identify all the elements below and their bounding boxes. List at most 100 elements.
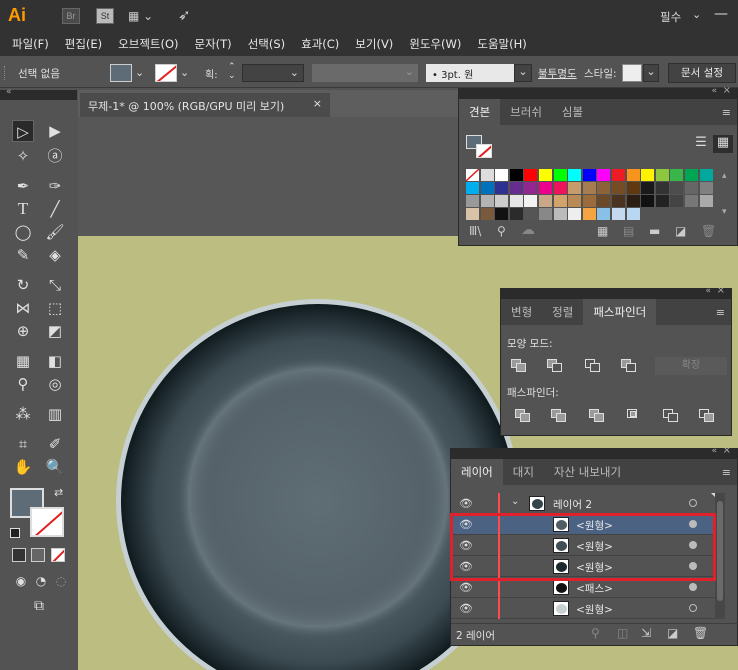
width-tool-icon[interactable]: ⋈ [12,297,34,319]
none-mode-icon[interactable] [51,548,65,562]
draw-behind-icon[interactable]: ◔ [30,570,52,592]
stock-button[interactable]: St [96,8,114,24]
stroke-none-swatch[interactable] [155,64,177,82]
default-colors-icon[interactable] [10,528,20,538]
color-swatch[interactable] [509,208,523,220]
color-swatch[interactable] [466,195,479,207]
merge-icon[interactable] [589,409,605,423]
shaper-tool-icon[interactable]: ✎ [12,244,34,266]
layer-name[interactable]: 레이어 2 [553,497,592,512]
exclude-icon[interactable] [621,359,637,373]
color-swatch[interactable] [612,169,625,181]
chevron-down-icon[interactable]: ⌄ [180,66,189,79]
close-panel-icon[interactable]: × [723,445,731,456]
color-swatch[interactable] [539,195,552,207]
selection-tool-icon[interactable]: ▷ [12,120,34,142]
color-swatch[interactable] [568,169,582,181]
graphic-style-swatch[interactable] [622,64,642,82]
divide-icon[interactable] [515,409,531,423]
ellipse-tool-icon[interactable]: ◯ [12,221,34,243]
symbol-sprayer-tool-icon[interactable]: ⁂ [12,403,34,425]
swatch-kinds-icon[interactable]: ⚲ [497,224,506,238]
expand-chevron-icon[interactable]: ⌄ [511,496,519,507]
color-swatch[interactable] [509,182,523,194]
color-swatch[interactable] [670,169,684,181]
tab-symbols[interactable]: 심볼 [552,99,593,125]
color-swatch[interactable] [626,182,640,194]
arrange-documents-icon[interactable]: ▦ ⌄ [128,9,158,23]
color-swatch[interactable] [553,195,567,207]
layer-row[interactable]: 👁 ⌄ 레이어 2 [451,493,721,514]
visibility-eye-icon[interactable]: 👁 [459,602,473,615]
opacity-label[interactable]: 불투명도 [538,66,577,81]
color-swatch[interactable] [685,195,698,207]
tab-transform[interactable]: 변형 [501,299,542,325]
document-setup-button[interactable]: 문서 설정 [668,63,736,83]
cc-libraries-icon[interactable]: ☁ [521,222,535,238]
new-swatch-icon[interactable]: ◪ [675,224,686,238]
color-swatch[interactable] [699,182,713,194]
chevron-down-icon[interactable]: ⌄ [135,66,144,79]
color-swatch[interactable] [597,195,611,207]
color-swatch[interactable] [699,169,713,181]
color-swatch[interactable] [655,182,669,194]
color-swatch[interactable] [655,195,669,207]
tab-align[interactable]: 정렬 [542,299,583,325]
tab-artboards[interactable]: 대지 [503,459,544,485]
color-swatch[interactable] [582,208,596,220]
color-swatch[interactable] [612,195,625,207]
color-swatch[interactable] [568,195,582,207]
draw-inside-icon[interactable]: ◌ [50,570,72,592]
swatch-options-icon[interactable]: ▦ [597,224,608,238]
color-swatch[interactable] [568,208,582,220]
eraser-tool-icon[interactable]: ◈ [44,244,66,266]
menu-effect[interactable]: 효과(C) [301,36,339,52]
color-swatch[interactable] [626,208,640,220]
collapse-icon[interactable]: « [6,87,12,97]
none-swatch[interactable] [465,168,480,182]
eyedropper-tool-icon[interactable]: ⚲ [12,373,34,395]
color-swatch[interactable] [699,195,713,207]
delete-layer-icon[interactable]: 🗑 [693,626,708,640]
color-swatch[interactable] [524,169,538,181]
color-swatch[interactable] [626,195,640,207]
color-swatch[interactable] [641,195,655,207]
delete-swatch-icon[interactable]: 🗑 [701,224,716,238]
color-swatch[interactable] [582,195,596,207]
panel-menu-icon[interactable]: ≡ [716,100,737,125]
color-swatch[interactable] [480,182,494,194]
color-swatch[interactable] [480,208,494,220]
color-swatch[interactable] [524,195,538,207]
color-swatch[interactable] [539,169,552,181]
color-swatch[interactable] [495,195,509,207]
curvature-tool-icon[interactable]: ✑ [44,175,66,197]
color-swatch[interactable] [495,169,509,181]
scale-tool-icon[interactable]: ⤡ [44,274,66,296]
color-swatch[interactable] [480,195,494,207]
perspective-grid-tool-icon[interactable]: ◩ [44,320,66,342]
magic-wand-tool-icon[interactable]: ✧ [12,145,34,167]
pen-tool-icon[interactable]: ✒ [12,175,34,197]
color-swatch[interactable] [524,208,538,220]
shape-builder-tool-icon[interactable]: ⊕ [12,320,34,342]
item-name[interactable]: <패스> [576,581,613,596]
panel-menu-icon[interactable]: ≡ [710,300,731,325]
list-view-icon[interactable]: ☰ [691,135,711,153]
target-circle-icon[interactable] [689,604,697,612]
menu-file[interactable]: 파일(F) [12,36,49,52]
intersect-icon[interactable] [585,359,601,373]
menu-window[interactable]: 윈도우(W) [409,36,461,52]
slice-tool-icon[interactable]: ✐ [44,433,66,455]
clipping-mask-icon[interactable]: ◫ [617,626,628,640]
color-swatch[interactable] [524,182,538,194]
bridge-button[interactable]: Br [62,8,80,24]
color-mode-icon[interactable] [12,548,26,562]
color-swatch[interactable] [685,182,698,194]
chevron-down-icon[interactable]: ⌄ [692,8,701,21]
mesh-tool-icon[interactable]: ▦ [12,350,34,372]
collapse-icon[interactable]: « [711,446,717,456]
color-swatch[interactable] [670,182,684,194]
color-swatch[interactable] [597,169,611,181]
color-swatch[interactable] [568,182,582,194]
paintbrush-tool-icon[interactable]: 🖌 [44,221,66,243]
